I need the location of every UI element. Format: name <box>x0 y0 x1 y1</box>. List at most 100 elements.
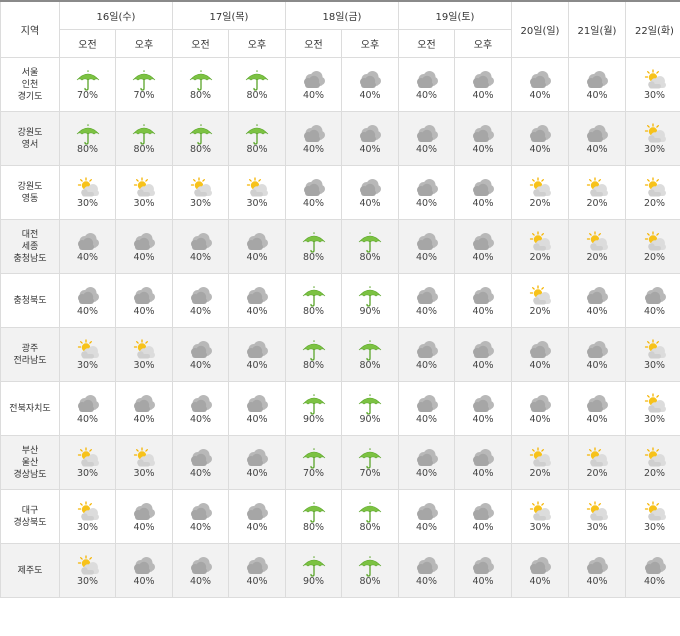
cloudy-icon <box>116 285 172 307</box>
precip-probability: 40% <box>472 575 494 587</box>
am-header: 오전 <box>172 29 229 58</box>
umbrella-icon <box>116 69 172 91</box>
umbrella-icon <box>286 447 341 469</box>
forecast-cell: 80% <box>285 489 342 544</box>
forecast-cell: 20% <box>625 435 680 490</box>
precip-probability: 40% <box>529 359 551 371</box>
precip-probability: 40% <box>189 575 212 587</box>
region-row: 전북자치도 40% 40% 40% 40% 90% 90% 40% 40% 40% 40% 30% <box>0 381 680 436</box>
forecast-cell: 30% <box>172 165 229 220</box>
partly-sunny-icon <box>512 230 568 253</box>
forecast-cell: 20% <box>625 165 680 220</box>
precip-probability: 30% <box>189 197 212 209</box>
region-name-line: 부산 <box>21 445 39 456</box>
partly-sunny-icon <box>512 446 568 469</box>
umbrella-icon <box>342 447 398 469</box>
precip-probability: 80% <box>359 251 381 263</box>
precip-probability: 90% <box>302 575 325 587</box>
cloudy-icon <box>116 555 172 577</box>
cloudy-icon <box>399 123 454 145</box>
day-header: 20일(일) <box>511 0 569 58</box>
partly-sunny-icon <box>60 338 115 361</box>
precip-probability: 40% <box>133 521 155 533</box>
precip-probability: 70% <box>76 89 99 101</box>
forecast-cell: 30% <box>228 165 286 220</box>
precip-probability: 40% <box>472 305 494 317</box>
cloudy-icon <box>173 231 228 253</box>
cloudy-icon <box>60 285 115 307</box>
region-column-header: 지역 <box>0 0 60 58</box>
precip-probability: 90% <box>359 413 381 425</box>
umbrella-icon <box>342 393 398 415</box>
precip-probability: 40% <box>189 413 212 425</box>
partly-sunny-icon <box>229 176 285 199</box>
precip-probability: 80% <box>302 359 325 371</box>
cloudy-icon <box>173 447 228 469</box>
precip-probability: 20% <box>643 251 666 263</box>
region-name-line: 전라남도 <box>13 355 47 366</box>
forecast-cell: 40% <box>115 273 173 328</box>
forecast-cell: 80% <box>341 543 399 598</box>
partly-sunny-icon <box>626 392 680 415</box>
cloudy-icon <box>399 285 454 307</box>
precip-probability: 90% <box>359 305 381 317</box>
forecast-cell: 40% <box>568 57 626 112</box>
forecast-cell: 40% <box>568 111 626 166</box>
cloudy-icon <box>455 501 511 523</box>
cloudy-icon <box>512 555 568 577</box>
forecast-cell: 40% <box>115 489 173 544</box>
pm-header: 오후 <box>228 29 286 58</box>
forecast-cell: 40% <box>228 543 286 598</box>
cloudy-icon <box>173 285 228 307</box>
region-name-line: 강원도 <box>17 181 43 192</box>
cloudy-icon <box>399 393 454 415</box>
forecast-cell: 40% <box>398 381 455 436</box>
forecast-cell: 30% <box>625 381 680 436</box>
precip-probability: 40% <box>189 521 212 533</box>
forecast-cell: 40% <box>454 165 512 220</box>
partly-sunny-icon <box>512 176 568 199</box>
precip-probability: 80% <box>302 521 325 533</box>
forecast-cell: 40% <box>172 219 229 274</box>
precip-probability: 80% <box>133 143 155 155</box>
partly-sunny-icon <box>626 230 680 253</box>
precip-probability: 40% <box>472 143 494 155</box>
forecast-cell: 80% <box>285 327 342 382</box>
pm-header: 오후 <box>341 29 399 58</box>
precip-probability: 40% <box>189 359 212 371</box>
am-header: 오전 <box>59 29 116 58</box>
precip-probability: 80% <box>246 89 268 101</box>
forecast-body: 서울 인천 경기도 70% 70% 80% 80% 40% 40% 40% 40% 40% 40% 30%… <box>0 57 680 598</box>
precip-probability: 40% <box>133 413 155 425</box>
precip-probability: 20% <box>643 197 666 209</box>
umbrella-icon <box>286 339 341 361</box>
cloudy-icon <box>399 555 454 577</box>
forecast-cell: 40% <box>172 435 229 490</box>
forecast-cell: 40% <box>454 381 512 436</box>
forecast-cell: 30% <box>59 435 116 490</box>
umbrella-icon <box>229 123 285 145</box>
region-name: 강원도 영동 <box>0 165 60 220</box>
umbrella-icon <box>342 501 398 523</box>
forecast-cell: 20% <box>568 165 626 220</box>
precip-probability: 80% <box>189 89 212 101</box>
day-header: 22일(화) <box>625 0 680 58</box>
forecast-cell: 80% <box>341 219 399 274</box>
forecast-cell: 40% <box>115 219 173 274</box>
forecast-cell: 80% <box>285 219 342 274</box>
forecast-cell: 30% <box>568 489 626 544</box>
forecast-cell: 40% <box>398 489 455 544</box>
precip-probability: 30% <box>133 359 155 371</box>
region-row: 대구 경상북도 30% 40% 40% 40% 80% 80% 40% 40% 30% 30% 30% <box>0 489 680 544</box>
umbrella-icon <box>229 69 285 91</box>
forecast-cell: 30% <box>59 327 116 382</box>
precip-probability: 40% <box>246 521 268 533</box>
day-header: 17일(목) <box>172 0 286 30</box>
precip-probability: 40% <box>586 413 608 425</box>
forecast-cell: 90% <box>341 273 399 328</box>
forecast-cell: 40% <box>398 57 455 112</box>
precip-probability: 40% <box>302 89 325 101</box>
cloudy-icon <box>229 501 285 523</box>
cloudy-icon <box>173 501 228 523</box>
region-row: 강원도 영동 30% 30% 30% 30% 40% 40% 40% 40% 20% 20% 20% <box>0 165 680 220</box>
